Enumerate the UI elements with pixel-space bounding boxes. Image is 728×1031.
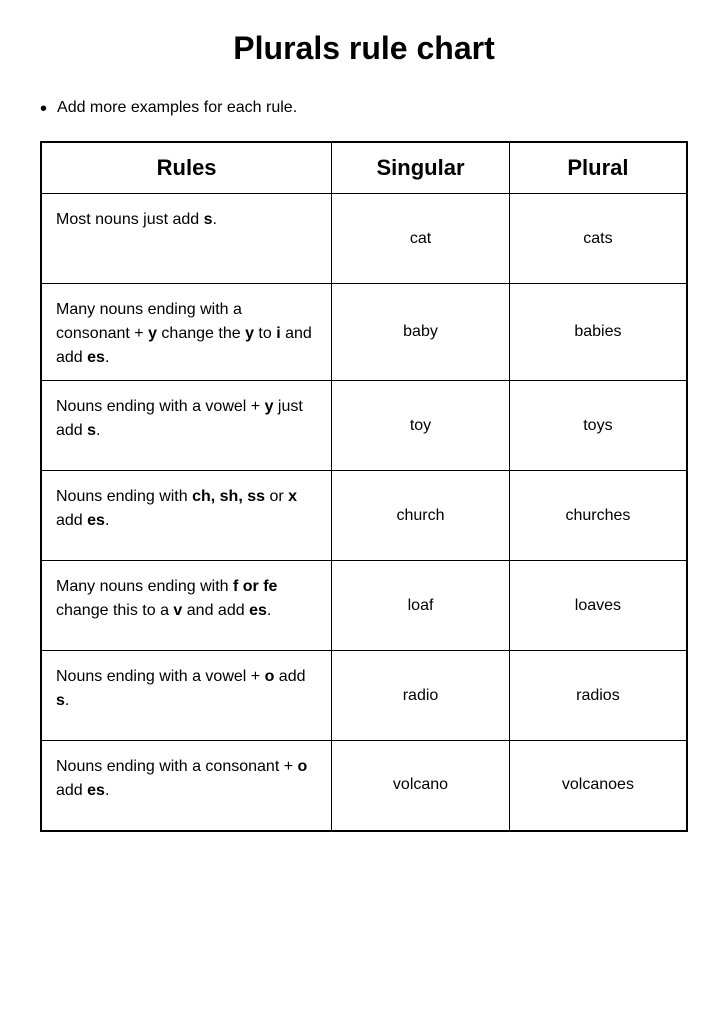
header-singular: Singular bbox=[332, 142, 510, 194]
cell-rule-1: Many nouns ending with a consonant + y c… bbox=[41, 284, 332, 381]
header-rules: Rules bbox=[41, 142, 332, 194]
cell-rule-4: Many nouns ending with f or fe change th… bbox=[41, 561, 332, 651]
cell-plural-0: cats bbox=[509, 194, 687, 284]
cell-plural-3: churches bbox=[509, 471, 687, 561]
cell-plural-6: volcanoes bbox=[509, 741, 687, 831]
cell-singular-3: church bbox=[332, 471, 510, 561]
table-row: Many nouns ending with a consonant + y c… bbox=[41, 284, 687, 381]
cell-singular-2: toy bbox=[332, 381, 510, 471]
cell-singular-1: baby bbox=[332, 284, 510, 381]
table-row: Many nouns ending with f or fe change th… bbox=[41, 561, 687, 651]
instruction-text: Add more examples for each rule. bbox=[57, 97, 297, 119]
cell-rule-0: Most nouns just add s. bbox=[41, 194, 332, 284]
cell-rule-5: Nouns ending with a vowel + o add s. bbox=[41, 651, 332, 741]
table-row: Nouns ending with a vowel + y just add s… bbox=[41, 381, 687, 471]
cell-plural-5: radios bbox=[509, 651, 687, 741]
cell-singular-5: radio bbox=[332, 651, 510, 741]
cell-plural-1: babies bbox=[509, 284, 687, 381]
table-row: Nouns ending with a vowel + o add s.radi… bbox=[41, 651, 687, 741]
header-plural: Plural bbox=[509, 142, 687, 194]
plurals-table: Rules Singular Plural Most nouns just ad… bbox=[40, 141, 688, 832]
table-header-row: Rules Singular Plural bbox=[41, 142, 687, 194]
cell-rule-6: Nouns ending with a consonant + o add es… bbox=[41, 741, 332, 831]
table-row: Nouns ending with ch, sh, ss or x add es… bbox=[41, 471, 687, 561]
page-title: Plurals rule chart bbox=[40, 30, 688, 67]
cell-plural-2: toys bbox=[509, 381, 687, 471]
cell-singular-4: loaf bbox=[332, 561, 510, 651]
instruction-line: • Add more examples for each rule. bbox=[40, 97, 688, 121]
table-row: Most nouns just add s.catcats bbox=[41, 194, 687, 284]
table-row: Nouns ending with a consonant + o add es… bbox=[41, 741, 687, 831]
cell-rule-2: Nouns ending with a vowel + y just add s… bbox=[41, 381, 332, 471]
cell-plural-4: loaves bbox=[509, 561, 687, 651]
cell-rule-3: Nouns ending with ch, sh, ss or x add es… bbox=[41, 471, 332, 561]
cell-singular-6: volcano bbox=[332, 741, 510, 831]
cell-singular-0: cat bbox=[332, 194, 510, 284]
bullet-point: • bbox=[40, 97, 47, 121]
